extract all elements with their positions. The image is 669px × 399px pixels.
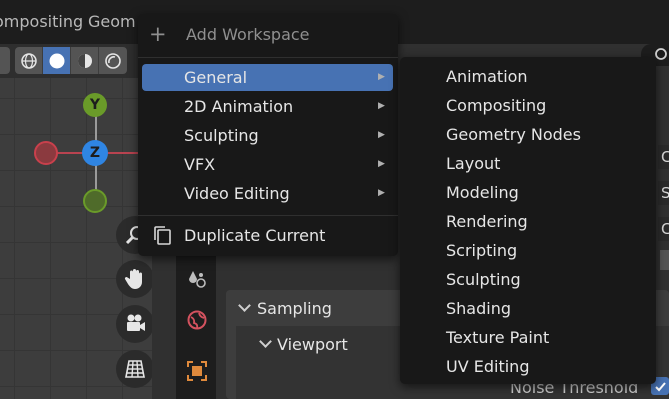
menu-item-vfx[interactable]	[142, 151, 393, 178]
gizmo-neg-x-ball[interactable]	[34, 141, 58, 165]
material-icon[interactable]	[71, 47, 99, 74]
menu-item-label: General	[184, 68, 248, 87]
submenu-item-animation[interactable]: Animation	[446, 67, 528, 86]
tab-compositing[interactable]: ompositing	[0, 12, 83, 31]
property-field-fragment[interactable]: C	[658, 217, 669, 241]
menu-item-general[interactable]	[142, 64, 393, 91]
tab-geometry-nodes[interactable]: Geom	[88, 12, 136, 31]
submenu-item-modeling[interactable]: Modeling	[446, 183, 519, 202]
gizmo-neg-y-ball[interactable]	[83, 189, 107, 213]
menu-item-label: Sculpting	[184, 126, 259, 145]
menu-divider	[138, 215, 398, 216]
particles-icon[interactable]	[183, 265, 211, 293]
submenu-item-layout[interactable]: Layout	[446, 154, 500, 173]
gizmo-y-label: Y	[89, 97, 101, 113]
property-field-fragment[interactable]	[660, 250, 669, 270]
gizmo-z-label: Z	[89, 145, 101, 161]
submenu-item-rendering[interactable]: Rendering	[446, 212, 528, 231]
submenu-item-geometry-nodes[interactable]: Geometry Nodes	[446, 125, 581, 144]
world-icon[interactable]	[183, 306, 211, 334]
submenu-arrow-icon: ▶	[378, 159, 385, 169]
duplicate-icon	[152, 225, 174, 251]
rendered-icon[interactable]	[99, 47, 127, 74]
submenu-item-uv-editing[interactable]: UV Editing	[446, 357, 529, 376]
viewport-header-button[interactable]	[0, 47, 10, 74]
camera-icon[interactable]	[116, 305, 154, 343]
submenu-item-scripting[interactable]: Scripting	[446, 241, 517, 260]
submenu-arrow-icon: ▶	[378, 101, 385, 111]
plus-icon: +	[149, 22, 167, 46]
menu-item-label: Video Editing	[184, 184, 290, 203]
grid-icon[interactable]	[116, 350, 154, 388]
gizmo-y-ball[interactable]: Y	[83, 93, 107, 117]
solid-icon[interactable]	[43, 47, 71, 74]
submenu-item-sculpting[interactable]: Sculpting	[446, 270, 521, 289]
submenu-arrow-icon: ▶	[378, 72, 385, 82]
menu-item-label: VFX	[184, 155, 216, 174]
menu-divider	[138, 57, 398, 58]
menu-title: Add Workspace	[186, 25, 310, 44]
submenu-arrow-icon: ▶	[378, 130, 385, 140]
property-field-fragment[interactable]: S	[658, 181, 669, 205]
submenu-arrow-icon: ▶	[378, 188, 385, 198]
wireframe-icon[interactable]	[15, 47, 43, 74]
viewport-subpanel-title[interactable]: Viewport	[277, 335, 348, 354]
duplicate-current-label: Duplicate Current	[184, 226, 326, 245]
submenu-item-texture-paint[interactable]: Texture Paint	[446, 328, 549, 347]
submenu-item-compositing[interactable]: Compositing	[446, 96, 546, 115]
shading-mode-group	[15, 47, 127, 74]
menu-item-sculpting[interactable]	[142, 122, 393, 149]
gizmo-z-ball[interactable]: Z	[82, 140, 108, 166]
menu-item-label: 2D Animation	[184, 97, 294, 116]
sampling-panel-title[interactable]: Sampling	[257, 299, 332, 318]
object-icon[interactable]	[183, 357, 211, 385]
property-field-fragment[interactable]: C	[658, 145, 669, 169]
submenu-item-shading[interactable]: Shading	[446, 299, 511, 318]
hand-pan-icon[interactable]	[116, 260, 154, 298]
